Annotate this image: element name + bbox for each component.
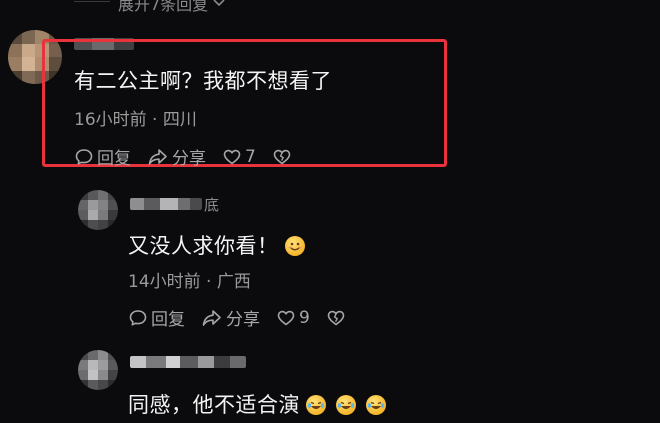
like-count: 7 xyxy=(245,146,256,167)
comment-actions: 回复 分享 9 xyxy=(128,305,346,330)
avatar[interactable] xyxy=(78,350,118,390)
share-button[interactable]: 分享 xyxy=(147,144,206,169)
reply-divider xyxy=(74,1,110,2)
laugh-cry-emoji-icon xyxy=(366,395,386,415)
comment-text: 同感，他不适合演 xyxy=(128,389,386,419)
share-label: 分享 xyxy=(172,149,206,169)
share-label: 分享 xyxy=(226,310,260,330)
reply-label: 回复 xyxy=(97,149,131,169)
username-tail: 底 xyxy=(204,196,220,214)
comment-text-body: 又没人求你看！ xyxy=(128,234,279,258)
share-arrow-icon xyxy=(202,309,221,326)
reply-button[interactable]: 回复 xyxy=(74,144,131,169)
comment-actions: 回复 分享 7 xyxy=(74,144,292,169)
share-button[interactable]: 分享 xyxy=(201,305,260,330)
expand-replies-label: 展开7条回复 xyxy=(118,0,209,14)
smile-emoji-icon xyxy=(284,236,305,256)
expand-replies-button[interactable]: 展开7条回复 xyxy=(118,0,226,15)
chevron-down-icon xyxy=(213,0,225,7)
heart-icon xyxy=(277,310,295,325)
username-redacted[interactable] xyxy=(130,198,202,210)
comment-bubble-icon xyxy=(75,148,93,165)
heart-icon xyxy=(223,149,241,164)
comment-text: 又没人求你看！ xyxy=(128,230,305,260)
dislike-button[interactable] xyxy=(326,308,346,328)
broken-heart-icon xyxy=(273,149,291,164)
comment-thread: 展开7条回复 有二公主啊？我都不想看了 16小时前 · 四川 回复 分享 7 底… xyxy=(0,0,660,423)
comment-meta: 14小时前 · 广西 xyxy=(128,272,251,292)
comment-bubble-icon xyxy=(129,309,147,326)
like-button[interactable]: 9 xyxy=(276,308,310,328)
comment-text-body: 同感，他不适合演 xyxy=(128,393,300,417)
comment-text: 有二公主啊？我都不想看了 xyxy=(74,69,332,93)
dislike-button[interactable] xyxy=(272,147,292,167)
laugh-cry-emoji-icon xyxy=(336,395,356,415)
reply-button[interactable]: 回复 xyxy=(128,305,185,330)
laugh-cry-emoji-icon xyxy=(306,395,326,415)
reply-label: 回复 xyxy=(151,310,185,330)
like-button[interactable]: 7 xyxy=(222,147,256,167)
broken-heart-icon xyxy=(327,310,345,325)
share-arrow-icon xyxy=(148,148,167,165)
comment-meta: 16小时前 · 四川 xyxy=(74,110,197,130)
like-count: 9 xyxy=(299,307,310,328)
username-redacted[interactable] xyxy=(130,356,246,368)
avatar[interactable] xyxy=(78,190,118,230)
